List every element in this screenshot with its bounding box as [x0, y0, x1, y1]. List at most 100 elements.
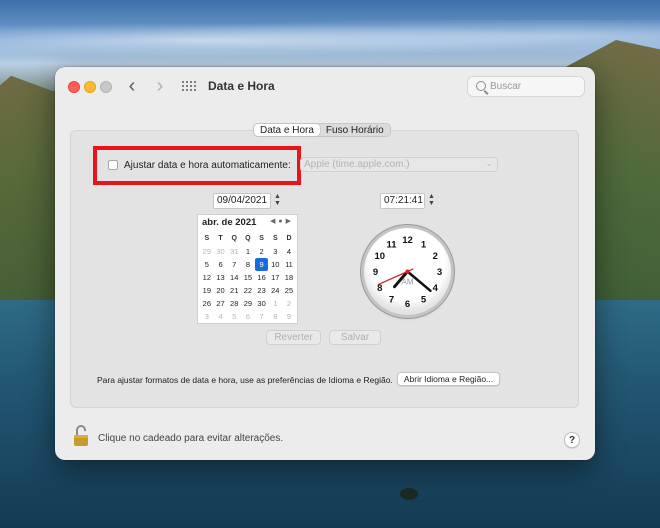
calendar-weekday: S — [204, 235, 210, 242]
minimize-button[interactable] — [84, 81, 96, 93]
calendar-weekday: T — [218, 235, 223, 242]
clock-numeral: 4 — [433, 283, 439, 294]
calendar-day[interactable]: 7 — [255, 310, 269, 323]
clock-numeral: 12 — [402, 235, 413, 246]
calendar-day[interactable]: 30 — [214, 245, 228, 258]
calendar-day[interactable]: 16 — [255, 271, 269, 284]
lock-open-icon[interactable] — [73, 425, 89, 447]
calendar-day[interactable]: 28 — [227, 297, 241, 310]
calendar-day[interactable]: 27 — [214, 297, 228, 310]
search-field[interactable] — [467, 76, 585, 97]
date-stepper[interactable]: ▲ ▼ — [273, 193, 282, 209]
calendar-day[interactable]: 5 — [200, 258, 214, 271]
calendar-weekday: S — [259, 235, 264, 242]
clock-numeral: 9 — [373, 267, 378, 278]
zoom-button[interactable] — [100, 81, 112, 93]
show-all-grid-icon[interactable] — [182, 81, 196, 93]
clock-numeral: 6 — [405, 299, 410, 310]
date-field[interactable]: 09/04/2021 — [213, 193, 271, 209]
calendar-day[interactable]: 26 — [200, 297, 214, 310]
calendar-day[interactable]: 6 — [241, 310, 255, 323]
calendar-today-icon[interactable]: ● — [278, 218, 285, 225]
preferences-window: ‹ › Data e Hora Data e Hora Fuso Horário… — [55, 67, 595, 460]
calendar-day[interactable]: 24 — [268, 284, 282, 297]
clock-numeral: 5 — [421, 295, 427, 306]
calendar-nav: ◀●▶ — [270, 217, 294, 225]
stepper-up-icon[interactable]: ▲ — [273, 193, 282, 200]
tab-date-time[interactable]: Data e Hora — [254, 124, 320, 136]
search-input[interactable] — [490, 79, 580, 94]
titlebar: ‹ › Data e Hora — [55, 67, 595, 107]
calendar-day[interactable]: 17 — [268, 271, 282, 284]
calendar-day[interactable]: 8 — [268, 310, 282, 323]
calendar-day[interactable]: 7 — [227, 258, 241, 271]
calendar-day[interactable]: 9 — [282, 310, 296, 323]
calendar-weekday: S — [272, 235, 278, 242]
calendar-day[interactable]: 1 — [268, 297, 282, 310]
calendar-day[interactable]: 21 — [227, 284, 241, 297]
time-field[interactable]: 07:21:41 — [380, 193, 425, 209]
calendar-day[interactable]: 11 — [282, 258, 296, 271]
calendar-day[interactable]: 1 — [241, 245, 255, 258]
calendar-day[interactable]: 31 — [227, 245, 241, 258]
language-hint-text: Para ajustar formatos de data e hora, us… — [97, 375, 393, 385]
time-stepper[interactable]: ▲ ▼ — [427, 193, 436, 209]
chevron-left-icon[interactable]: ‹ — [121, 76, 143, 98]
calendar-day[interactable]: 6 — [214, 258, 228, 271]
lock-hint-text: Clique no cadeado para evitar alterações… — [98, 433, 284, 444]
chevron-right-icon[interactable]: › — [149, 76, 171, 98]
search-icon — [476, 81, 486, 91]
stepper-down-icon[interactable]: ▼ — [273, 200, 282, 207]
analog-clock: 12 1 2 3 4 5 6 7 8 9 10 11 AM — [364, 228, 451, 315]
highlight-box — [93, 146, 301, 185]
calendar-day[interactable]: 23 — [255, 284, 269, 297]
calendar-day[interactable]: 12 — [200, 271, 214, 284]
calendar-day[interactable]: 2 — [282, 297, 296, 310]
stepper-down-icon[interactable]: ▼ — [427, 200, 436, 207]
calendar-day[interactable]: 14 — [227, 271, 241, 284]
clock-numeral: 2 — [433, 251, 438, 262]
calendar-day[interactable]: 13 — [214, 271, 228, 284]
calendar: abr. de 2021 ◀●▶ S T Q Q S S D 29 30 31 1 2 3 4 5 6 7 8 9 1… — [197, 214, 298, 324]
clock-numeral: 1 — [421, 239, 427, 250]
calendar-day[interactable]: 2 — [255, 245, 269, 258]
clock-numeral: 3 — [437, 267, 442, 278]
calendar-day[interactable]: 4 — [214, 310, 228, 323]
calendar-day[interactable]: 5 — [227, 310, 241, 323]
calendar-day[interactable]: 8 — [241, 258, 255, 271]
clock-numeral: 7 — [389, 295, 394, 306]
clock-numeral: 10 — [374, 251, 385, 262]
calendar-weekday: D — [286, 235, 292, 242]
revert-button[interactable]: Reverter — [266, 330, 321, 345]
window-title: Data e Hora — [208, 79, 275, 93]
calendar-weekday: Q — [231, 235, 237, 242]
calendar-weekday: Q — [245, 235, 251, 242]
time-server-select[interactable]: Apple (time.apple.com.) ⌄ — [300, 157, 498, 172]
clock-numeral: 11 — [386, 239, 397, 250]
calendar-day[interactable]: 10 — [268, 258, 282, 271]
calendar-day[interactable]: 15 — [241, 271, 255, 284]
calendar-day[interactable]: 25 — [282, 284, 296, 297]
calendar-day[interactable]: 4 — [282, 245, 296, 258]
time-server-value: Apple (time.apple.com.) — [304, 159, 410, 170]
calendar-day[interactable]: 19 — [200, 284, 214, 297]
tab-time-zone[interactable]: Fuso Horário — [320, 124, 390, 136]
open-language-region-button[interactable]: Abrir Idioma e Região... — [397, 372, 500, 386]
calendar-next-icon[interactable]: ▶ — [286, 218, 294, 225]
calendar-day[interactable]: 29 — [241, 297, 255, 310]
stepper-up-icon[interactable]: ▲ — [427, 193, 436, 200]
tab-bar: Data e Hora Fuso Horário — [253, 123, 391, 137]
calendar-day[interactable]: 29 — [200, 245, 214, 258]
calendar-day[interactable]: 3 — [200, 310, 214, 323]
calendar-grid: S T Q Q S S D 29 30 31 1 2 3 4 5 6 7 8 9 10 11 12 13 14 15 16 17 18… — [200, 232, 297, 323]
save-button[interactable]: Salvar — [329, 330, 381, 345]
close-button[interactable] — [68, 81, 80, 93]
calendar-day[interactable]: 20 — [214, 284, 228, 297]
calendar-month-label: abr. de 2021 — [202, 217, 257, 228]
calendar-day[interactable]: 30 — [255, 297, 269, 310]
calendar-day[interactable]: 18 — [282, 271, 296, 284]
calendar-day[interactable]: 22 — [241, 284, 255, 297]
help-button[interactable]: ? — [564, 432, 580, 448]
calendar-day-selected[interactable]: 9 — [254, 258, 269, 271]
calendar-day[interactable]: 3 — [268, 245, 282, 258]
